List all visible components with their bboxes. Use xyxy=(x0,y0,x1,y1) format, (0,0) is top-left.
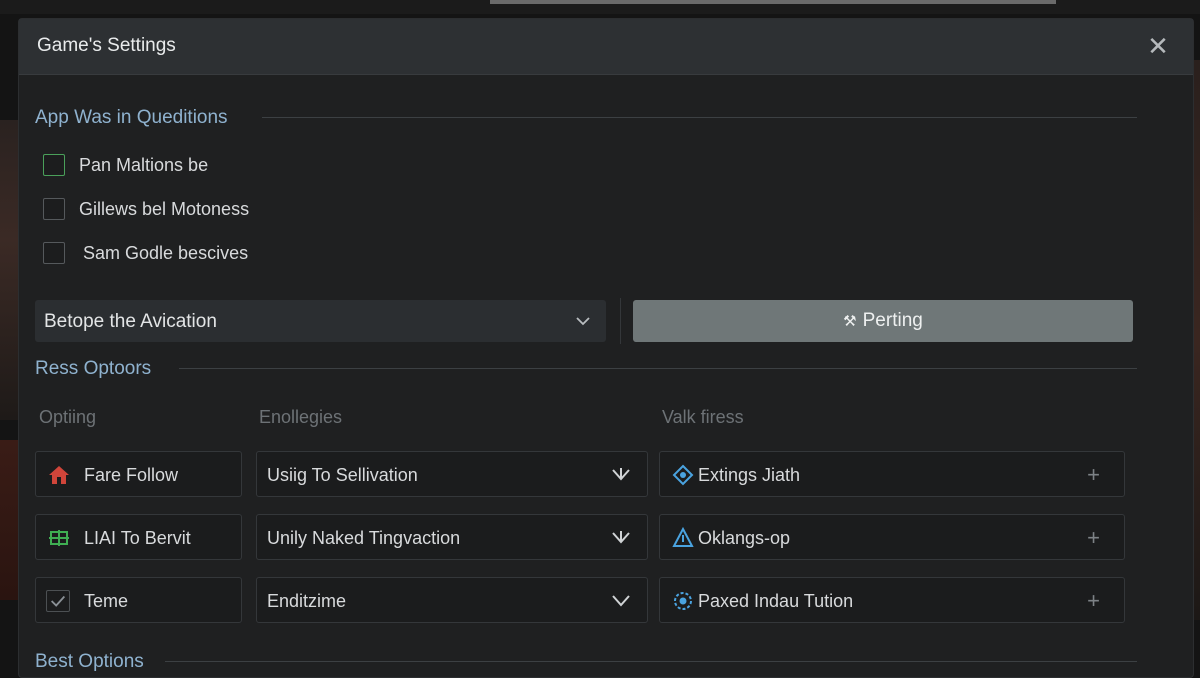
value-cell-2[interactable]: Oklangs-op + xyxy=(659,514,1125,560)
background-bar xyxy=(490,0,1056,4)
checkbox[interactable] xyxy=(43,154,65,176)
value-label: Extings Jiath xyxy=(698,465,801,485)
dialog-title: Game's Settings xyxy=(37,35,176,56)
chevron-down-icon xyxy=(612,468,630,481)
grid-icon xyxy=(49,530,69,546)
gear-icon xyxy=(674,592,692,610)
checkbox-label: Gillews bel Motoness xyxy=(79,198,250,219)
chevron-down-icon xyxy=(576,317,590,326)
background-left-lower xyxy=(0,440,20,600)
select-cell-1[interactable]: Usiig To Sellivation xyxy=(256,451,648,497)
checkbox-label: Sam Godle bescives xyxy=(83,242,249,263)
checkbox-row-2[interactable]: Gillews bel Motoness xyxy=(43,196,249,222)
dropdown-value: Betope the Avication xyxy=(44,311,217,332)
checkbox-row-1[interactable]: Pan Maltions be xyxy=(43,152,208,178)
checkbox-label: Pan Maltions be xyxy=(79,154,209,175)
option-label: Teme xyxy=(84,591,129,611)
background-left xyxy=(0,120,20,420)
column-header-enollegies: Enollegies xyxy=(259,407,343,427)
select-value: Usiig To Sellivation xyxy=(267,465,418,485)
section-heading-best: Best Options xyxy=(35,651,144,672)
select-cell-3[interactable]: Enditzime xyxy=(256,577,648,623)
divider-vertical xyxy=(620,298,621,344)
plus-icon[interactable]: + xyxy=(1087,525,1100,551)
section-divider xyxy=(165,661,1137,662)
option-cell-fare-follow[interactable]: Fare Follow xyxy=(35,451,242,497)
checkbox[interactable] xyxy=(43,198,65,220)
diamond-icon xyxy=(672,464,694,486)
perting-button-label: Perting xyxy=(862,310,923,331)
chevron-down-icon xyxy=(612,531,630,544)
value-cell-3[interactable]: Paxed Indau Tution + xyxy=(659,577,1125,623)
option-label: Fare Follow xyxy=(84,465,179,485)
option-label: LIAI To Bervit xyxy=(84,528,191,548)
column-header-option: Optiing xyxy=(39,407,97,427)
chevron-down-icon xyxy=(612,595,630,607)
triangle-icon xyxy=(672,527,694,547)
check-icon[interactable] xyxy=(46,590,70,612)
value-label: Oklangs-op xyxy=(698,528,791,548)
section-heading-app: App Was in Queditions xyxy=(35,107,228,128)
section-heading-ress: Ress Optoors xyxy=(35,358,152,379)
select-value: Unily Naked Tingvaction xyxy=(267,528,461,548)
column-header-value: Valk firess xyxy=(662,407,744,427)
option-cell-liai[interactable]: LIAI To Bervit xyxy=(35,514,242,560)
select-cell-2[interactable]: Unily Naked Tingvaction xyxy=(256,514,648,560)
value-cell-1[interactable]: Extings Jiath + xyxy=(659,451,1125,497)
section-divider xyxy=(179,368,1137,369)
plus-icon[interactable]: + xyxy=(1087,462,1100,488)
dialog-titlebar: Game's Settings ✕ xyxy=(19,19,1193,75)
plus-icon[interactable]: + xyxy=(1087,588,1100,614)
value-label: Paxed Indau Tution xyxy=(698,591,854,611)
perting-button[interactable]: ⚒ Perting xyxy=(633,300,1133,342)
option-cell-teme[interactable]: Teme xyxy=(35,577,242,623)
section-divider xyxy=(262,117,1137,118)
close-icon[interactable]: ✕ xyxy=(1145,33,1171,59)
house-icon xyxy=(49,466,69,484)
checkbox-row-3[interactable]: Sam Godle bescives xyxy=(43,240,248,266)
select-value: Enditzime xyxy=(267,591,347,611)
checkbox[interactable] xyxy=(43,242,65,264)
settings-dialog: Game's Settings ✕ App Was in Queditions … xyxy=(18,18,1194,678)
wrench-icon: ⚒ xyxy=(843,313,857,330)
activation-dropdown[interactable]: Betope the Avication xyxy=(35,300,606,342)
